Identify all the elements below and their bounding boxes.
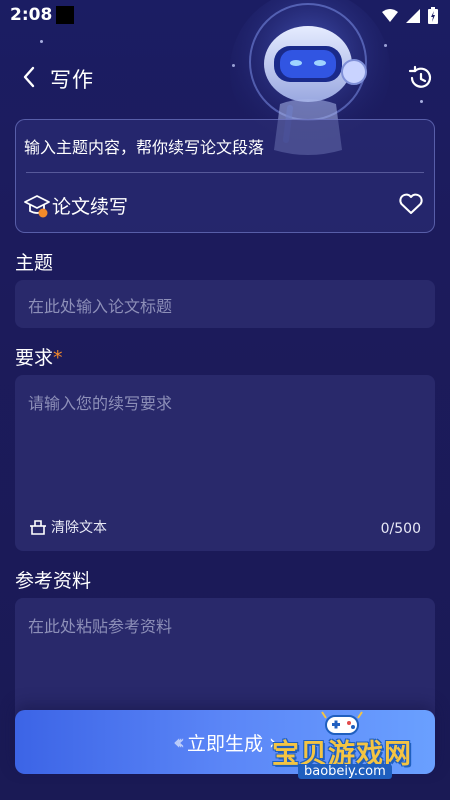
clear-icon [30,520,46,535]
watermark: 宝贝游戏网 baobeiy.com [272,708,432,788]
header: 写作 [0,52,450,102]
template-description: 输入主题内容，帮你续写论文段落 [24,138,265,157]
status-bar: 2:08 [0,0,450,32]
watermark-url: baobeiy.com [298,764,392,779]
wifi-icon [382,8,398,22]
reference-label: 参考资料 [15,570,92,592]
clear-text-label: 清除文本 [51,520,107,536]
clear-text-button[interactable]: 清除文本 [29,517,107,537]
topic-label: 主题 [15,252,54,274]
back-arrow-icon [23,66,35,88]
requirements-label-text: 要求 [15,347,54,369]
arrows-left: ‹‹‹ [172,730,185,754]
reference-placeholder: 在此处粘贴参考资料 [28,617,173,636]
char-count: 0/500 [380,521,421,537]
battery-icon [428,7,438,24]
requirements-textarea[interactable]: 请输入您的续写要求 清除文本 0/500 [15,375,435,551]
history-button[interactable] [406,64,434,92]
required-star: * [53,347,63,369]
favorite-button[interactable] [398,192,424,218]
sparkle [40,40,43,43]
topic-placeholder: 在此处输入论文标题 [28,297,173,316]
status-time: 2:08 [10,5,53,25]
page-title: 写作 [50,68,94,92]
requirements-placeholder: 请输入您的续写要求 [28,394,173,413]
template-name-row: 论文续写 [24,192,128,219]
topic-input[interactable]: 在此处输入论文标题 [15,280,435,328]
heart-icon [399,193,423,214]
history-icon [408,65,432,88]
notification-icon [56,6,74,24]
divider [26,172,424,173]
graduation-cap-icon [24,194,50,217]
signal-icon [406,8,420,23]
requirements-label: 要求* [15,343,63,370]
template-card: 输入主题内容，帮你续写论文段落 论文续写 [15,119,435,233]
generate-label: 立即生成 [186,732,263,755]
screen: 2:08 写作 输入主题内容，帮你续写论文段落 论文续写 主题 在此处输入论文标… [0,0,450,800]
back-button[interactable] [14,62,44,92]
template-name: 论文续写 [52,196,129,218]
status-icons [382,7,438,24]
